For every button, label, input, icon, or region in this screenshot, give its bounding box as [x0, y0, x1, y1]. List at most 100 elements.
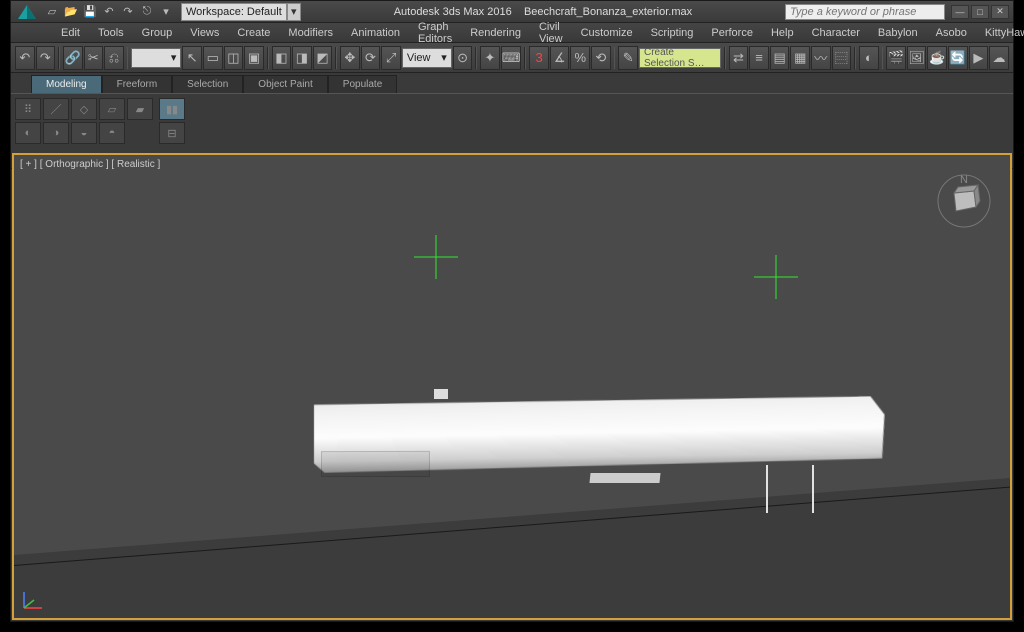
svg-text:N: N	[960, 174, 968, 186]
menu-customize[interactable]: Customize	[573, 25, 641, 41]
close-button[interactable]: ✕	[991, 5, 1009, 19]
menu-kittyhawk[interactable]: KittyHawk	[977, 25, 1024, 41]
wing-tab-bottom	[589, 473, 660, 483]
render-iterate-button[interactable]: 🔄	[948, 46, 968, 70]
constr-toggle[interactable]: ◓	[99, 122, 125, 144]
app-name: Autodesk 3ds Max 2016	[394, 6, 512, 18]
minimize-button[interactable]: —	[951, 5, 969, 19]
collapse-button[interactable]: ⊟	[159, 122, 185, 144]
menu-grapheditors[interactable]: Graph Editors	[410, 19, 460, 47]
menu-asobo[interactable]: Asobo	[928, 25, 975, 41]
link-button[interactable]: 🔗	[63, 46, 83, 70]
align-button[interactable]: ≡	[749, 46, 769, 70]
schematic-button[interactable]: ⿳	[832, 46, 852, 70]
viewport-label[interactable]: [ + ] [ Orthographic ] [ Realistic ]	[20, 159, 160, 170]
qat-save-icon[interactable]: 💾	[81, 3, 99, 21]
menu-edit[interactable]: Edit	[53, 25, 88, 41]
menu-views[interactable]: Views	[182, 25, 227, 41]
undo-button[interactable]: ↶	[15, 46, 35, 70]
subobj-edge-button[interactable]: ／	[43, 98, 69, 120]
select-iso-button[interactable]: ◧	[272, 46, 292, 70]
anglesnap-button[interactable]: ∡	[550, 46, 570, 70]
render-online-button[interactable]: ☁	[989, 46, 1009, 70]
ribbon-tab-objectpaint[interactable]: Object Paint	[243, 75, 327, 93]
menu-create[interactable]: Create	[229, 25, 278, 41]
menu-group[interactable]: Group	[134, 25, 181, 41]
preview-toggle[interactable]: ◐	[15, 122, 41, 144]
menu-character[interactable]: Character	[804, 25, 868, 41]
ref-coord-dropdown[interactable]: View▾	[402, 48, 452, 68]
window-crossing-button[interactable]: ▣	[244, 46, 264, 70]
qat-open-icon[interactable]: 📂	[62, 3, 80, 21]
scene-model[interactable]	[314, 395, 844, 505]
ribbon-tab-freeform[interactable]: Freeform	[102, 75, 173, 93]
qat-redo-icon[interactable]: ↷	[119, 3, 137, 21]
select-similar-button[interactable]: ◨	[292, 46, 312, 70]
percentsnap-button[interactable]: %	[570, 46, 590, 70]
keymode-button[interactable]: ⌨	[501, 46, 522, 70]
ribbon-tab-modeling[interactable]: Modeling	[31, 75, 102, 93]
main-toolbar: ↶ ↷ 🔗 ✂ ⎌ ▾ ↖ ▭ ◫ ▣ ◧ ◨ ◩ ✥ ⟳ ⤢ View▾ ⊙ …	[11, 43, 1013, 73]
menu-civilview[interactable]: Civil View	[531, 19, 571, 47]
qat-undo-icon[interactable]: ↶	[100, 3, 118, 21]
bind-button[interactable]: ⎌	[104, 46, 124, 70]
select-invert-button[interactable]: ◩	[313, 46, 333, 70]
scale-button[interactable]: ⤢	[381, 46, 401, 70]
rotate-button[interactable]: ⟳	[361, 46, 381, 70]
editnamed-button[interactable]: ✎	[618, 46, 638, 70]
menu-scripting[interactable]: Scripting	[643, 25, 702, 41]
menu-rendering[interactable]: Rendering	[462, 25, 529, 41]
render-button[interactable]: ☕	[927, 46, 947, 70]
subobj-element-button[interactable]: ▰	[127, 98, 153, 120]
spinnersnap-button[interactable]: ⟲	[591, 46, 611, 70]
viewport[interactable]: [ + ] [ Orthographic ] [ Realistic ] N	[12, 153, 1012, 620]
menu-modifiers[interactable]: Modifiers	[280, 25, 341, 41]
rendered-frame-button[interactable]: 🖼	[907, 46, 927, 70]
separator	[267, 47, 269, 69]
toggle-ribbon-button[interactable]: ▦	[790, 46, 810, 70]
render-setup-button[interactable]: 🎬	[886, 46, 906, 70]
select-region-button[interactable]: ◫	[224, 46, 244, 70]
help-search-input[interactable]	[785, 4, 945, 20]
unlink-button[interactable]: ✂	[84, 46, 104, 70]
workspace-dropdown-icon[interactable]: ▾	[287, 3, 301, 21]
ribbon-tab-selection[interactable]: Selection	[172, 75, 243, 93]
manip-button[interactable]: ✦	[480, 46, 500, 70]
snap-button[interactable]: 3	[529, 46, 549, 70]
material-editor-button[interactable]: ◐	[859, 46, 879, 70]
separator	[724, 47, 726, 69]
helper-cross-icon[interactable]	[754, 255, 798, 299]
mirror-button[interactable]: ⇄	[729, 46, 749, 70]
separator	[58, 47, 60, 69]
render-prod-button[interactable]: ▶	[969, 46, 989, 70]
wing-tab-top	[434, 389, 448, 399]
workspace-switcher[interactable]: Workspace: Default ▾	[181, 3, 301, 21]
subobj-border-button[interactable]: ◇	[71, 98, 97, 120]
viewcube[interactable]: N	[936, 173, 992, 229]
select-name-button[interactable]: ▭	[203, 46, 223, 70]
menu-perforce[interactable]: Perforce	[703, 25, 761, 41]
modifier-stack-button[interactable]: ▮▮	[159, 98, 185, 120]
subobj-poly-button[interactable]: ▱	[99, 98, 125, 120]
maximize-button[interactable]: □	[971, 5, 989, 19]
qat-more-icon[interactable]: ▾	[157, 3, 175, 21]
select-button[interactable]: ↖	[182, 46, 202, 70]
qat-link-icon[interactable]: ⎋	[138, 3, 156, 21]
menu-animation[interactable]: Animation	[343, 25, 408, 41]
selection-set-dropdown[interactable]: Create Selection S…	[639, 48, 721, 68]
helper-cross-icon[interactable]	[414, 235, 458, 279]
pivot-button[interactable]: ⊙	[453, 46, 473, 70]
menu-help[interactable]: Help	[763, 25, 802, 41]
softsel-toggle[interactable]: ◒	[71, 122, 97, 144]
menu-tools[interactable]: Tools	[90, 25, 132, 41]
layers-button[interactable]: ▤	[770, 46, 790, 70]
ignore-backface-toggle[interactable]: ◑	[43, 122, 69, 144]
curve-editor-button[interactable]: 〰	[811, 46, 831, 70]
selection-filter-dropdown[interactable]: ▾	[131, 48, 181, 68]
ribbon-tab-populate[interactable]: Populate	[328, 75, 397, 93]
subobj-vertex-button[interactable]: ⠿	[15, 98, 41, 120]
redo-button[interactable]: ↷	[36, 46, 56, 70]
qat-new-icon[interactable]: ▱	[43, 3, 61, 21]
move-button[interactable]: ✥	[340, 46, 360, 70]
menu-babylon[interactable]: Babylon	[870, 25, 926, 41]
